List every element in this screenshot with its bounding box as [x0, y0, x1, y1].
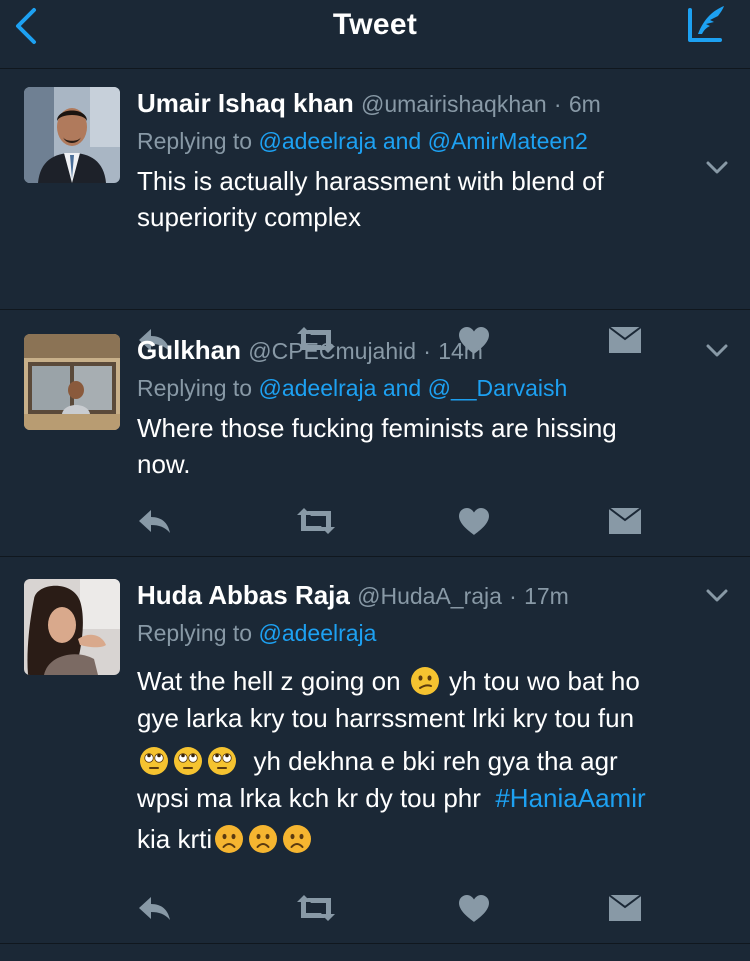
compose-quill-icon[interactable]: [684, 4, 728, 44]
mention-link[interactable]: @__Darvaish: [428, 375, 568, 401]
replying-to-label: Replying to: [137, 620, 253, 646]
tweet-text-line: Where those fucking feminists are hissin…: [137, 413, 617, 443]
tweet-text-line: yh dekhna e bki reh gya tha agr: [137, 743, 726, 780]
author-handle[interactable]: @umairishaqkhan: [361, 91, 547, 117]
navigation-bar: Tweet: [0, 0, 750, 69]
tweet-time: 6m: [568, 91, 601, 117]
author-name[interactable]: Umair Ishaq khan: [137, 88, 354, 118]
confused-face-emoji: [410, 666, 440, 696]
chevron-down-icon[interactable]: [706, 161, 728, 175]
separator-dot: ·: [509, 583, 517, 609]
heart-icon[interactable]: [457, 893, 491, 923]
reply-arrow-icon[interactable]: [137, 506, 173, 536]
replying-to-label: Replying to: [137, 128, 253, 154]
author-handle[interactable]: @CPECmujahid: [248, 338, 416, 364]
tweet-text-line: superiority complex: [137, 202, 361, 232]
author-name[interactable]: Huda Abbas Raja: [137, 580, 350, 610]
page-title: Tweet: [332, 8, 418, 41]
tweet-content: Huda Abbas Raja @HudaA_raja · 17m Replyi…: [137, 579, 726, 858]
tweet-time: 17m: [524, 583, 569, 609]
frowning-face-emoji: [248, 824, 278, 854]
replying-to-label: Replying to: [137, 375, 253, 401]
frowning-face-emoji: [282, 824, 312, 854]
text-segment: wpsi ma lrka kch kr dy tou phr: [137, 783, 481, 813]
avatar[interactable]: [24, 87, 120, 183]
retweet-icon[interactable]: [295, 506, 337, 536]
avatar[interactable]: [24, 334, 120, 430]
frowning-face-emoji: [214, 824, 244, 854]
tweet-text-line: now.: [137, 449, 191, 479]
tweet-item[interactable]: Umair Ishaq khan @umairishaqkhan · 6m Re…: [0, 69, 750, 310]
tweet-text-line: wpsi ma lrka kch kr dy tou phr #HaniaAam…: [137, 780, 726, 817]
eye-roll-face-emoji: [173, 746, 203, 776]
retweet-icon[interactable]: [295, 893, 337, 923]
tweet-item[interactable]: Gulkhan @CPECmujahid · 14m Replying to @…: [0, 310, 750, 557]
tweet-text: Wat the hell z going on yh tou wo bat ho…: [137, 663, 726, 858]
replying-to: Replying to @adeelraja: [137, 617, 726, 649]
tweet-content: Umair Ishaq khan @umairishaqkhan · 6m Re…: [137, 87, 726, 235]
mention-link[interactable]: @AmirMateen2: [428, 128, 588, 154]
direct-message-icon[interactable]: [607, 506, 643, 536]
author-handle[interactable]: @HudaA_raja: [357, 583, 502, 609]
chevron-down-icon[interactable]: [706, 589, 728, 603]
replying-to: Replying to @adeelraja and @AmirMateen2: [137, 125, 726, 157]
tweet-content: Gulkhan @CPECmujahid · 14m Replying to @…: [137, 334, 726, 482]
avatar[interactable]: [24, 579, 120, 675]
author-name[interactable]: Gulkhan: [137, 335, 241, 365]
text-segment: Wat the hell z going on: [137, 666, 401, 696]
direct-message-icon[interactable]: [607, 893, 643, 923]
tweet-time: 14m: [438, 338, 483, 364]
tweet-text: This is actually harassment with blend o…: [137, 163, 726, 235]
hashtag-link[interactable]: #HaniaAamir: [495, 783, 645, 813]
separator-dot: ·: [553, 91, 562, 117]
text-segment: yh tou wo bat ho: [449, 666, 640, 696]
text-segment: yh dekhna e bki reh gya tha agr: [253, 746, 618, 776]
replying-joiner: and: [382, 128, 422, 154]
tweet-text-line: Wat the hell z going on yh tou wo bat ho: [137, 663, 726, 700]
heart-icon[interactable]: [457, 506, 491, 536]
text-segment: kia krti: [137, 824, 213, 854]
eye-roll-face-emoji: [139, 746, 169, 776]
replying-joiner: and: [382, 375, 422, 401]
separator-dot: ·: [423, 338, 431, 364]
eye-roll-face-emoji: [207, 746, 237, 776]
mention-link[interactable]: @adeelraja: [258, 375, 376, 401]
replying-to: Replying to @adeelraja and @__Darvaish: [137, 372, 726, 404]
tweet-header: Gulkhan @CPECmujahid · 14m: [137, 334, 726, 366]
tweet-text-line: kia krti: [137, 821, 726, 858]
tweet-actions: [137, 506, 697, 536]
tweet-actions: [137, 893, 697, 923]
tweet-header: Umair Ishaq khan @umairishaqkhan · 6m: [137, 87, 726, 119]
chevron-down-icon[interactable]: [706, 344, 728, 358]
tweet-item[interactable]: Huda Abbas Raja @HudaA_raja · 17m Replyi…: [0, 557, 750, 944]
reply-arrow-icon[interactable]: [137, 893, 173, 923]
tweet-text-line: gye larka kry tou harrssment lrki kry to…: [137, 703, 635, 733]
tweet-header: Huda Abbas Raja @HudaA_raja · 17m: [137, 579, 726, 611]
tweet-text: Where those fucking feminists are hissin…: [137, 410, 726, 482]
tweet-text-line: This is actually harassment with blend o…: [137, 166, 604, 196]
mention-link[interactable]: @adeelraja: [258, 128, 376, 154]
mention-link[interactable]: @adeelraja: [258, 620, 376, 646]
